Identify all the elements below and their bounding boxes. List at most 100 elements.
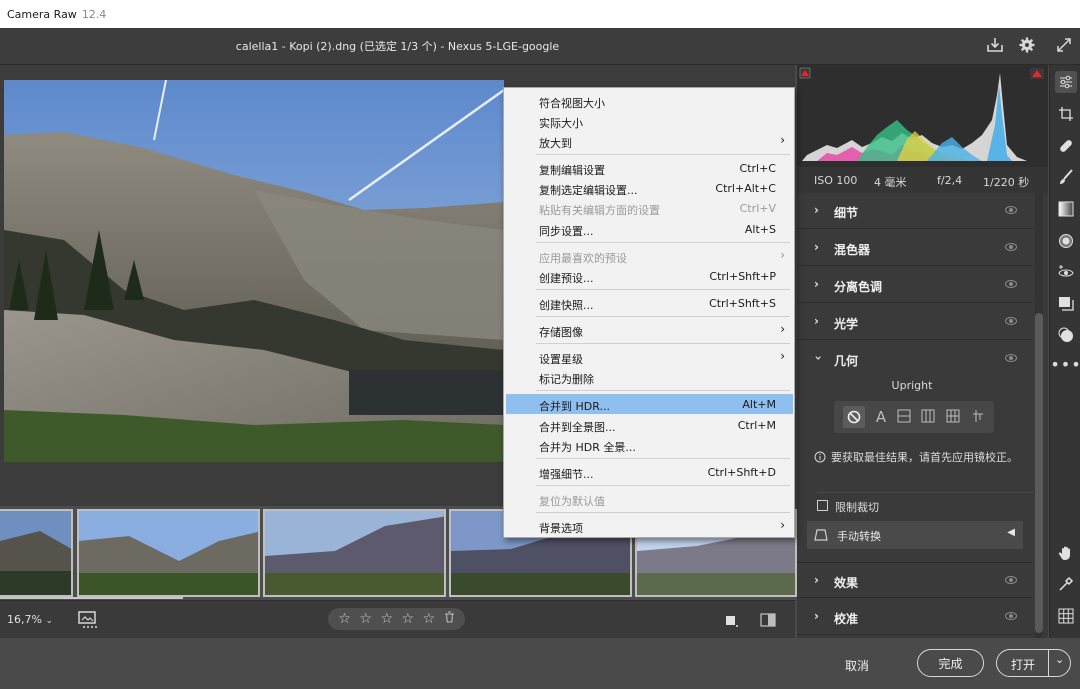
menu-item-shortcut: Alt+S <box>744 223 776 236</box>
menu-item-fit-view[interactable]: 符合视图大小 <box>506 91 793 111</box>
star-icon[interactable]: ☆ <box>359 611 372 627</box>
visibility-eye-icon[interactable] <box>1005 280 1017 288</box>
visibility-eye-icon[interactable] <box>1005 576 1017 584</box>
visibility-eye-icon[interactable] <box>1005 354 1017 362</box>
filmstrip-thumbnail[interactable] <box>0 509 73 597</box>
section-mixer[interactable]: › 混色器 <box>797 230 1033 266</box>
submenu-arrow-icon: › <box>780 349 785 363</box>
upright-off-icon[interactable] <box>843 406 866 428</box>
menu-item-copy-settings[interactable]: 复制编辑设置 Ctrl+C <box>506 158 793 178</box>
section-calibration[interactable]: › 校准 <box>797 599 1033 635</box>
section-label: 几何 <box>834 354 859 368</box>
main-photo[interactable] <box>4 80 504 462</box>
chevron-right-icon: › <box>814 573 819 587</box>
constrain-crop-checkbox[interactable] <box>817 500 828 511</box>
section-label: 效果 <box>834 576 859 590</box>
menu-item-copy-selected-settings[interactable]: 复制选定编辑设置... Ctrl+Alt+C <box>506 178 793 198</box>
done-button[interactable]: 完成 <box>917 649 984 677</box>
chevron-right-icon: › <box>814 277 819 291</box>
menu-item-merge-hdr-panorama[interactable]: 合并为 HDR 全景... <box>506 435 793 455</box>
sort-order-icon[interactable] <box>725 614 739 628</box>
menu-item-merge-hdr[interactable]: 合并到 HDR... Alt+M <box>506 394 793 414</box>
submenu-arrow-icon: › <box>780 133 785 147</box>
star-icon[interactable]: ☆ <box>380 611 393 627</box>
section-split-toning[interactable]: › 分离色调 <box>797 267 1033 303</box>
menu-separator <box>536 316 790 317</box>
menu-item-label: 创建预设... <box>539 272 594 285</box>
menu-item-label: 设置星级 <box>539 353 583 366</box>
menu-item-enhance-details[interactable]: 增强细节... Ctrl+Shft+D <box>506 462 793 482</box>
hand-icon[interactable] <box>1055 542 1077 564</box>
gradient-icon[interactable] <box>1055 198 1077 220</box>
panel-scrollbar[interactable] <box>1035 193 1043 638</box>
more-icon[interactable]: ••• <box>1050 353 1080 375</box>
menu-item-set-rating[interactable]: 设置星级 › <box>506 347 793 367</box>
zoom-select[interactable]: 16,7% ⌄ <box>7 613 53 626</box>
filmstrip-toggle-icon[interactable] <box>78 611 100 629</box>
upright-vertical-icon[interactable] <box>921 409 935 426</box>
filmstrip-scroll-indicator[interactable] <box>0 597 183 599</box>
crop-icon[interactable] <box>1055 103 1077 125</box>
section-label: 细节 <box>834 206 859 220</box>
menu-item-paste-settings: 粘贴有关编辑方面的设置 Ctrl+V <box>506 198 793 218</box>
menu-item-actual-size[interactable]: 实际大小 <box>506 111 793 131</box>
grid-icon[interactable] <box>1055 605 1077 627</box>
menu-item-label: 背景选项 <box>539 522 583 535</box>
right-toolbar: ••• <box>1049 65 1080 638</box>
compare-view-icon[interactable] <box>760 612 776 628</box>
filmstrip-thumbnail[interactable] <box>263 509 446 597</box>
menu-item-save-image[interactable]: 存储图像 › <box>506 320 793 340</box>
transform-icon <box>814 528 828 545</box>
cancel-button[interactable]: 取消 <box>845 657 869 674</box>
menu-item-mark-for-delete[interactable]: 标记为删除 <box>506 367 793 387</box>
manual-transform-row[interactable]: 手动转换 ◀ <box>807 521 1023 549</box>
open-button[interactable]: 打开 <box>1011 656 1035 673</box>
gear-icon[interactable] <box>1018 36 1038 56</box>
upright-full-icon[interactable] <box>946 409 960 426</box>
snapshots-icon[interactable] <box>1055 293 1077 315</box>
visibility-eye-icon[interactable] <box>1005 243 1017 251</box>
menu-item-merge-panorama[interactable]: 合并到全景图... Ctrl+M <box>506 415 793 435</box>
menu-item-sync-settings[interactable]: 同步设置... Alt+S <box>506 219 793 239</box>
edit-sliders-icon[interactable] <box>1055 71 1077 93</box>
redeye-icon[interactable] <box>1055 261 1077 283</box>
upright-level-icon[interactable] <box>897 409 911 426</box>
presets-icon[interactable] <box>1055 324 1077 346</box>
fullscreen-icon[interactable] <box>1055 36 1075 56</box>
download-icon[interactable] <box>986 36 1006 56</box>
upright-auto-icon[interactable]: A <box>876 408 886 426</box>
star-icon[interactable]: ☆ <box>423 611 436 627</box>
app-name: Camera Raw <box>7 7 77 21</box>
brush-icon[interactable] <box>1055 166 1077 188</box>
chevron-right-icon: › <box>814 314 819 328</box>
section-geometry[interactable]: › 几何 <box>797 341 1033 377</box>
menu-item-label: 实际大小 <box>539 117 583 130</box>
filmstrip-thumbnail[interactable] <box>77 509 260 597</box>
section-optics[interactable]: › 光学 <box>797 304 1033 340</box>
menu-item-zoom-to[interactable]: 放大到 › <box>506 131 793 151</box>
menu-item-create-snapshot[interactable]: 创建快照... Ctrl+Shft+S <box>506 293 793 313</box>
trash-icon[interactable] <box>444 611 455 627</box>
visibility-eye-icon[interactable] <box>1005 206 1017 214</box>
visibility-eye-icon[interactable] <box>1005 612 1017 620</box>
healing-icon[interactable] <box>1055 135 1077 157</box>
star-icon[interactable]: ☆ <box>338 611 351 627</box>
menu-separator <box>536 289 790 290</box>
section-label: 混色器 <box>834 243 871 257</box>
menu-item-create-preset[interactable]: 创建预设... Ctrl+Shft+P <box>506 266 793 286</box>
menu-item-shortcut: Ctrl+Shft+P <box>709 270 776 283</box>
radial-filter-icon[interactable] <box>1055 230 1077 252</box>
scrollbar-thumb[interactable] <box>1035 313 1043 633</box>
upright-guided-icon[interactable] <box>971 409 985 426</box>
chevron-down-icon: › <box>811 355 826 361</box>
section-label: 分离色调 <box>834 280 883 294</box>
section-effects[interactable]: › 效果 <box>797 562 1033 598</box>
menu-item-background-options[interactable]: 背景选项 › <box>506 516 793 536</box>
exif-info: ISO 100 4 毫米 f/2,4 1/220 秒 <box>797 167 1048 193</box>
chevron-down-icon[interactable]: ⌄ <box>1055 653 1064 666</box>
histogram[interactable] <box>797 65 1048 167</box>
eyedropper-icon[interactable] <box>1055 573 1077 595</box>
section-detail[interactable]: › 细节 <box>797 193 1033 229</box>
star-icon[interactable]: ☆ <box>402 611 415 627</box>
visibility-eye-icon[interactable] <box>1005 317 1017 325</box>
